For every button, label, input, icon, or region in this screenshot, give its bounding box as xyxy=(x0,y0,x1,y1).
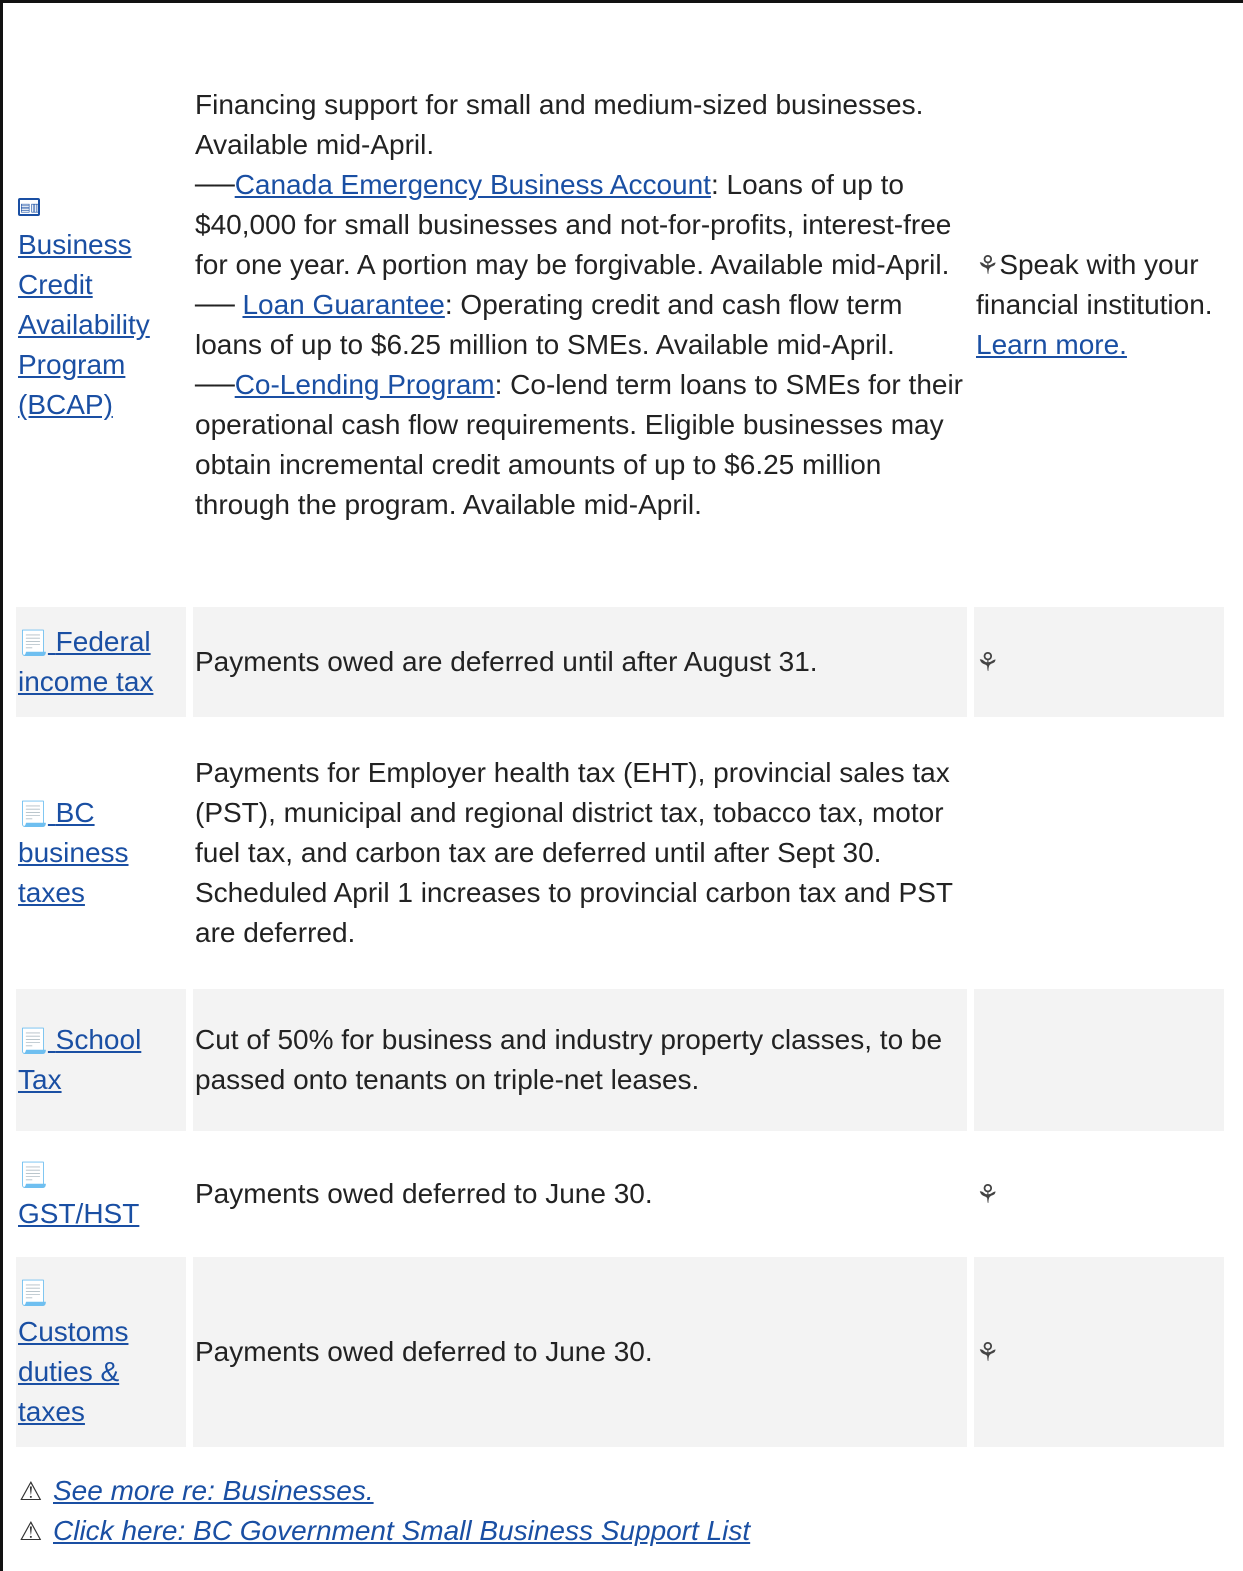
warning-icon: ⚠ xyxy=(19,1476,43,1506)
action-cell: ⚘ xyxy=(974,1257,1224,1447)
detail-cell: Cut of 50% for business and industry pro… xyxy=(193,989,967,1131)
gst-hst-link[interactable]: 📃 GST/HST xyxy=(18,1158,139,1229)
ceba-link[interactable]: Canada Emergency Business Account xyxy=(235,169,711,200)
table-row-school-tax: 📃 School Tax Cut of 50% for business and… xyxy=(16,989,1224,1131)
customs-link[interactable]: 📃 Customs duties & taxes xyxy=(18,1276,128,1427)
action-cell: ⚘ xyxy=(974,1138,1224,1250)
detail-cell: Payments owed are deferred until after A… xyxy=(193,607,967,717)
action-text: Speak with your financial institution. xyxy=(976,249,1213,320)
program-cell: 📃 Customs duties & taxes xyxy=(16,1257,186,1447)
receipt-icon: 📃 xyxy=(18,801,48,828)
federal-income-tax-link[interactable]: 📃 Federal income tax xyxy=(18,626,153,697)
ledger-icon: ▤▥ xyxy=(18,197,41,216)
detail-cell: Payments owed deferred to June 30. xyxy=(193,1257,967,1447)
action-cell xyxy=(974,989,1224,1131)
footer-row: ⚠ Click here: BC Government Small Busines… xyxy=(19,1511,750,1551)
bc-support-list-link[interactable]: Click here: BC Government Small Business… xyxy=(53,1515,750,1546)
bc-business-taxes-link[interactable]: 📃 BC business taxes xyxy=(18,797,129,908)
program-name: GST/HST xyxy=(18,1198,140,1229)
bcap-intro: Financing support for small and medium-s… xyxy=(195,89,924,160)
maple-leaf-icon: ⚘ xyxy=(976,1337,1000,1367)
maple-leaf-icon: ⚘ xyxy=(976,1179,1000,1209)
program-cell: 📃 GST/HST xyxy=(16,1138,186,1250)
program-cell: ▤▥ Business Credit Availability Program … xyxy=(16,10,186,600)
learn-more-link[interactable]: Learn more. xyxy=(976,329,1127,360)
school-tax-link[interactable]: 📃 School Tax xyxy=(18,1024,141,1095)
program-cell: 📃 School Tax xyxy=(16,989,186,1131)
receipt-icon: 📃 xyxy=(18,1280,48,1307)
footer-row: ⚠ See more re: Businesses. xyxy=(19,1471,750,1511)
table-row-bcap: ▤▥ Business Credit Availability Program … xyxy=(16,10,1224,600)
table-row-bc-business-taxes: 📃 BC business taxes Payments for Employe… xyxy=(16,724,1224,982)
program-cell: 📃 Federal income tax xyxy=(16,607,186,717)
receipt-icon: 📃 xyxy=(18,630,48,657)
subitem-prefix: ── xyxy=(195,289,243,320)
support-table: ▤▥ Business Credit Availability Program … xyxy=(9,3,1231,1454)
see-more-businesses-link[interactable]: See more re: Businesses. xyxy=(53,1475,374,1506)
maple-leaf-icon: ⚘ xyxy=(976,250,1000,280)
table-row-federal-income-tax: 📃 Federal income tax Payments owed are d… xyxy=(16,607,1224,717)
action-cell: ⚘ xyxy=(974,607,1224,717)
detail-cell: Financing support for small and medium-s… xyxy=(193,10,967,600)
warning-icon: ⚠ xyxy=(19,1516,43,1546)
subitem-prefix: ── xyxy=(195,169,235,200)
maple-leaf-icon: ⚘ xyxy=(976,647,1000,677)
action-cell xyxy=(974,724,1224,982)
loan-guarantee-link[interactable]: Loan Guarantee xyxy=(242,289,444,320)
program-name: Business Credit Availability Program (BC… xyxy=(18,229,150,420)
receipt-icon: 📃 xyxy=(18,1028,48,1055)
table-row-gst-hst: 📃 GST/HST Payments owed deferred to June … xyxy=(16,1138,1224,1250)
detail-cell: Payments for Employer health tax (EHT), … xyxy=(193,724,967,982)
footer-links: ⚠ See more re: Businesses. ⚠ Click here: B… xyxy=(19,1471,750,1551)
bcap-link[interactable]: ▤▥ Business Credit Availability Program … xyxy=(18,189,150,420)
page-frame: ▤▥ Business Credit Availability Program … xyxy=(0,0,1243,1571)
detail-cell: Payments owed deferred to June 30. xyxy=(193,1138,967,1250)
action-cell: ⚘Speak with your financial institution. … xyxy=(974,10,1224,600)
table-row-customs: 📃 Customs duties & taxes Payments owed de… xyxy=(16,1257,1224,1447)
program-cell: 📃 BC business taxes xyxy=(16,724,186,982)
subitem-prefix: ── xyxy=(195,369,235,400)
program-name: Customs duties & taxes xyxy=(18,1316,129,1427)
co-lending-link[interactable]: Co-Lending Program xyxy=(235,369,495,400)
receipt-icon: 📃 xyxy=(18,1162,48,1189)
